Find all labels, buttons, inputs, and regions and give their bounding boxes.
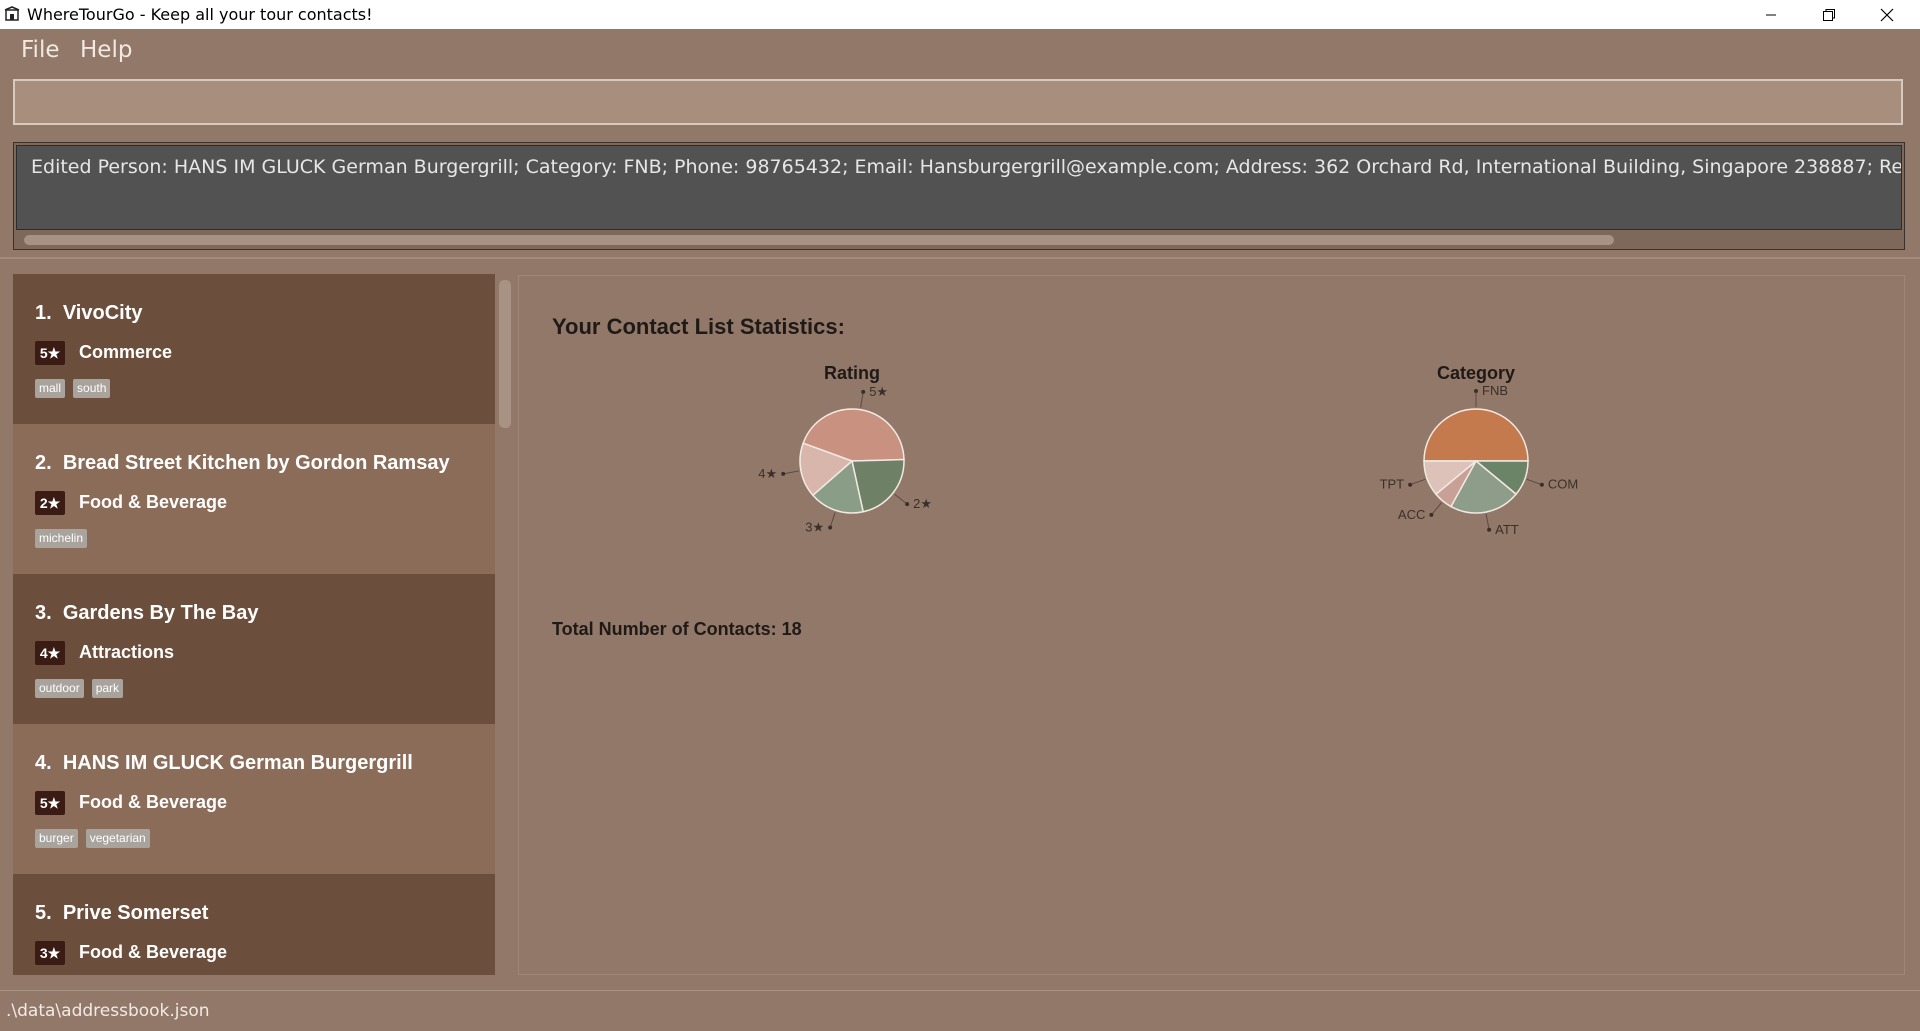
panel-divider — [0, 257, 1920, 259]
file-path: .\data\addressbook.json — [6, 1001, 210, 1021]
pie-leader-line — [1526, 478, 1543, 486]
restore-button[interactable] — [1800, 0, 1858, 29]
result-display: Edited Person: HANS IM GLUCK German Burg… — [13, 142, 1905, 250]
pie-leader-dot — [1539, 482, 1544, 487]
restore-icon — [1823, 8, 1835, 21]
contact-card[interactable]: 3. Gardens By The Bay 4★ Attractions out… — [13, 574, 495, 724]
contact-category: Commerce — [79, 342, 173, 362]
pie-label: 5★ — [869, 386, 888, 399]
pie-leader-dot — [1429, 512, 1434, 517]
stats-title: Your Contact List Statistics: — [552, 314, 845, 339]
pie-label: 4★ — [758, 466, 777, 481]
contact-category: Food & Beverage — [79, 492, 228, 512]
list-scrollbar[interactable] — [499, 280, 511, 428]
statistics-panel: Your Contact List Statistics: Rating 5★ 2… — [518, 275, 1905, 975]
pie-leader-line — [894, 493, 908, 505]
result-horizontal-scrollbar[interactable] — [16, 232, 1902, 247]
contact-card[interactable]: 2. Bread Street Kitchen by Gordon Ramsay… — [13, 424, 495, 574]
contact-category: Attractions — [79, 642, 175, 662]
pie-leader-dot — [861, 389, 866, 394]
app-icon — [4, 6, 20, 21]
tag: mall — [35, 379, 66, 398]
pie-leader-dot — [781, 471, 786, 476]
tag-list: outdoor park — [35, 679, 124, 698]
result-text-area[interactable]: Edited Person: HANS IM GLUCK German Burg… — [16, 145, 1902, 230]
tag: vegetarian — [85, 829, 150, 848]
rating-pie-chart: 5★ 2★ 3★ 4★ — [758, 386, 932, 534]
pie-label: COM — [1548, 477, 1578, 492]
rating-badge: 2★ — [35, 491, 65, 515]
minimize-icon — [1766, 14, 1776, 15]
pie-leader-line — [1485, 513, 1490, 530]
pie-label: FNB — [1482, 386, 1508, 398]
rating-badge: 5★ — [35, 791, 65, 815]
contact-name: 5. Prive Somerset — [35, 902, 209, 924]
tag: burger — [35, 829, 78, 848]
pie-leader-dot — [1487, 527, 1492, 532]
contact-category: Food & Beverage — [79, 792, 228, 812]
tag: michelin — [35, 529, 88, 548]
contact-card[interactable]: 4. HANS IM GLUCK German Burgergrill 5★ F… — [13, 724, 495, 874]
contact-list: 1. VivoCity 5★ Commerce mall south 2. Br… — [13, 274, 496, 975]
total-contacts: Total Number of Contacts: 18 — [552, 619, 802, 639]
pie-leader-dot — [1474, 389, 1478, 393]
pie-leader-dot — [828, 525, 833, 530]
pie-label: TPT — [1380, 477, 1405, 492]
pie-leader-line — [1430, 502, 1442, 516]
menu-bar: File Help — [0, 29, 1920, 71]
pie-label: 3★ — [805, 519, 824, 534]
tag: south — [73, 379, 111, 398]
command-input[interactable] — [13, 79, 1903, 125]
result-message: Edited Person: HANS IM GLUCK German Burg… — [31, 156, 1902, 178]
menu-file[interactable]: File — [21, 37, 60, 63]
pie-leader-line — [1409, 478, 1426, 486]
pie-label: ACC — [1398, 507, 1425, 522]
category-pie-chart: FNB COM ATT ACC TPT — [1380, 386, 1579, 536]
pie-label: ATT — [1495, 522, 1519, 536]
rating-badge: 4★ — [35, 641, 65, 665]
close-button[interactable] — [1858, 0, 1916, 29]
contact-category: Food & Beverage — [79, 942, 228, 962]
window-title: WhereTourGo - Keep all your tour contact… — [27, 5, 373, 24]
horizontal-scroll-thumb[interactable] — [24, 235, 1614, 245]
tag-list: mall south — [35, 379, 111, 398]
rating-badge: 5★ — [35, 341, 65, 365]
pie-leader-line — [829, 512, 836, 528]
menu-help[interactable]: Help — [80, 37, 132, 63]
tag-list: michelin — [35, 529, 88, 548]
pie-leader-line — [860, 391, 864, 408]
tag: park — [91, 679, 124, 698]
rating-badge: 3★ — [35, 941, 65, 965]
pie-leader-dot — [905, 502, 910, 507]
contact-name: 3. Gardens By The Bay — [35, 602, 259, 624]
pie-leader-line — [783, 470, 800, 475]
contact-name: 1. VivoCity — [35, 302, 143, 324]
contact-name: 2. Bread Street Kitchen by Gordon Ramsay — [35, 452, 450, 474]
contact-card[interactable]: 5. Prive Somerset 3★ Food & Beverage — [13, 874, 495, 975]
contact-name: 4. HANS IM GLUCK German Burgergrill — [35, 752, 413, 774]
tag: outdoor — [35, 679, 84, 698]
tag-list: burger vegetarian — [35, 829, 150, 848]
category-chart-title: Category — [1436, 363, 1516, 383]
title-bar: WhereTourGo - Keep all your tour contact… — [0, 0, 1920, 29]
pie-slice-FNB — [1423, 408, 1529, 462]
pie-label: 2★ — [913, 496, 932, 511]
rating-chart-title: Rating — [824, 363, 880, 383]
status-bar: .\data\addressbook.json — [0, 990, 1920, 1031]
contact-card[interactable]: 1. VivoCity 5★ Commerce mall south — [13, 274, 495, 424]
minimize-button[interactable] — [1742, 0, 1800, 29]
close-icon — [1880, 8, 1894, 21]
pie-leader-dot — [1408, 482, 1413, 487]
